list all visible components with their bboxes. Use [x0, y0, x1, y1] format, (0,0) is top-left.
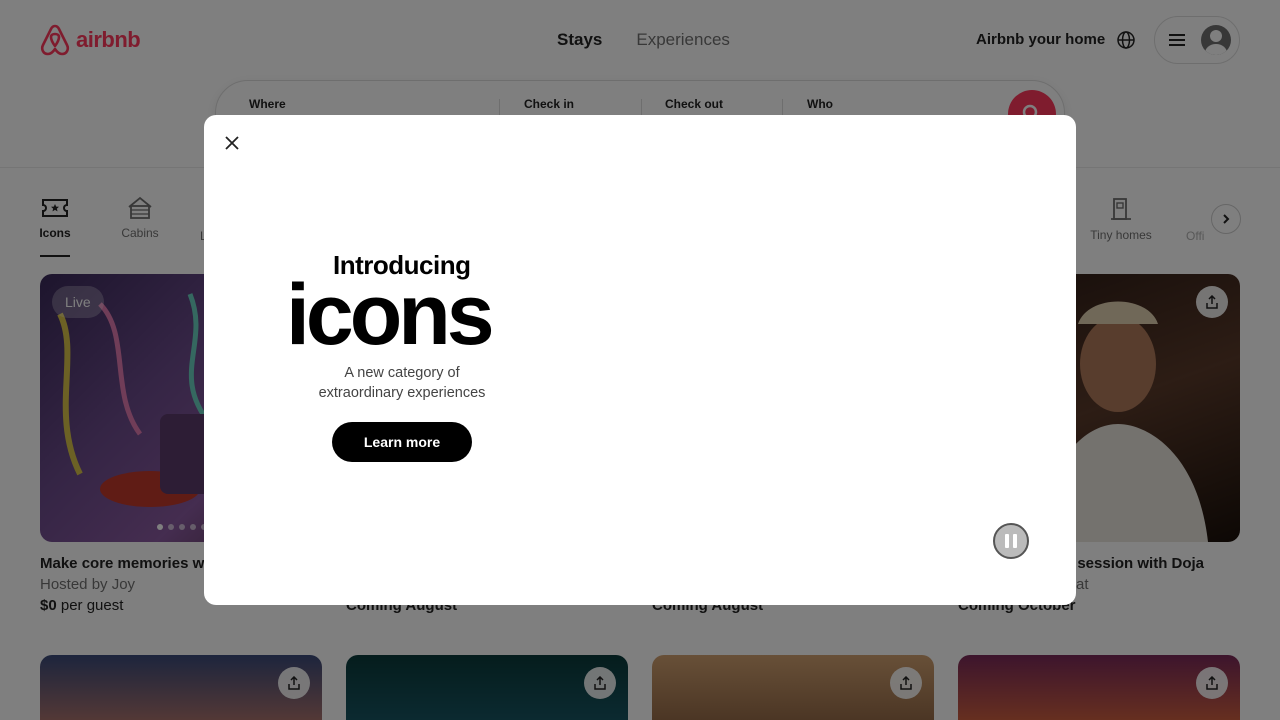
pause-icon [1013, 534, 1017, 548]
modal-tagline: A new category of extraordinary experien… [318, 365, 486, 401]
modal-headline: icons [286, 267, 495, 363]
close-icon [225, 136, 239, 150]
pause-button[interactable] [993, 523, 1029, 559]
introducing-icons-modal: Introducing icons A new category of extr… [204, 115, 1076, 605]
pause-icon [1005, 534, 1009, 548]
learn-more-button[interactable]: Learn more [332, 422, 472, 462]
close-button[interactable] [220, 131, 244, 155]
